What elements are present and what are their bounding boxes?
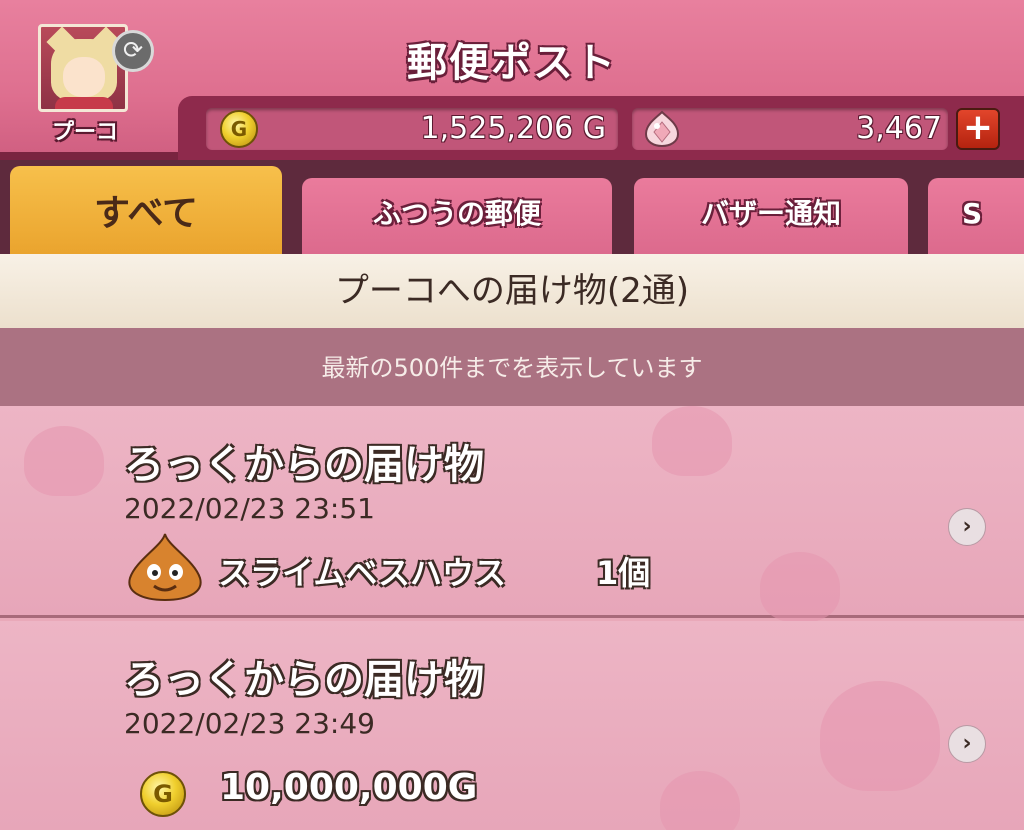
mail-date: 2022/02/23 23:51 [124, 492, 375, 525]
mail-item[interactable]: ろっくからの届け物 2022/02/23 23:51 スライムベスハウス 1個 … [0, 406, 1024, 622]
gold-coin-icon: G [220, 110, 258, 148]
add-gems-button[interactable]: + [956, 108, 1000, 150]
item-quantity: 1個 [596, 554, 651, 592]
slime-bess-icon [128, 533, 202, 602]
mail-date: 2022/02/23 23:49 [124, 707, 375, 740]
mail-sender: ろっくからの届け物 [124, 657, 484, 703]
chevron-right-icon[interactable]: › [948, 508, 986, 546]
gold-coin-icon: G [140, 771, 186, 817]
tab-bar: すべて ふつうの郵便 バザー通知 S [0, 160, 1024, 254]
notice-bar: 最新の500件までを表示しています [0, 328, 1024, 406]
chevron-right-icon[interactable]: › [948, 725, 986, 763]
tab-normal-mail[interactable]: ふつうの郵便 [302, 178, 612, 254]
background-slime-pattern [652, 406, 732, 476]
mail-list: ろっくからの届け物 2022/02/23 23:51 スライムベスハウス 1個 … [0, 406, 1024, 830]
item-name: スライムベスハウス [218, 554, 507, 592]
background-slime-pattern [760, 552, 840, 622]
gem-value: 3,467 [856, 111, 942, 146]
gold-amount: 10,000,000G [220, 767, 478, 808]
tab-all[interactable]: すべて [10, 166, 282, 254]
player-name: プーコ [51, 120, 118, 145]
gold-value: 1,525,206 G [420, 111, 606, 146]
tab-bazaar-notice[interactable]: バザー通知 [634, 178, 908, 254]
tab-s[interactable]: S [928, 178, 1024, 254]
mail-sender: ろっくからの届け物 [124, 442, 484, 488]
section-title: プーコへの届け物(2通) [0, 254, 1024, 328]
mail-item[interactable]: ろっくからの届け物 2022/02/23 23:49 G 10,000,000G… [0, 621, 1024, 830]
background-slime-pattern [660, 771, 740, 830]
gem-icon [644, 110, 680, 148]
background-slime-pattern [24, 426, 104, 496]
background-monster-pattern [820, 681, 940, 791]
avatar-shirt [55, 97, 113, 109]
page-title: 郵便ポスト [407, 40, 617, 86]
